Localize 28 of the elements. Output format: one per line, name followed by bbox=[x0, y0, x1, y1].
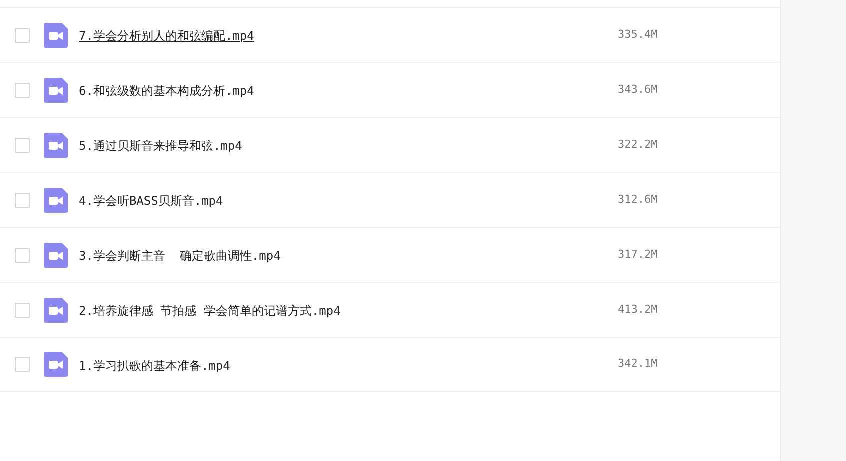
file-size: 413.2M bbox=[618, 302, 658, 318]
file-name[interactable]: 5.通过贝斯音来推导和弦.mp4 bbox=[79, 139, 242, 153]
video-file-icon bbox=[44, 78, 68, 102]
file-name[interactable]: 7.学会分析别人的和弦编配.mp4 bbox=[79, 29, 254, 43]
file-size: 343.6M bbox=[618, 82, 658, 98]
video-file-icon bbox=[44, 22, 68, 48]
video-file-icon bbox=[44, 298, 68, 322]
file-size: 312.6M bbox=[618, 192, 658, 208]
file-size: 342.1M bbox=[618, 356, 658, 372]
file-name[interactable]: 4.学会听BASS贝斯音.mp4 bbox=[79, 194, 224, 208]
file-name[interactable]: 1.学习扒歌的基本准备.mp4 bbox=[79, 358, 230, 372]
checkbox[interactable] bbox=[15, 248, 30, 262]
video-file-icon bbox=[44, 188, 68, 212]
file-size: 322.2M bbox=[618, 136, 658, 153]
file-name[interactable]: 3.学会判断主音 确定歌曲调性.mp4 bbox=[79, 249, 281, 263]
checkbox[interactable] bbox=[15, 28, 30, 42]
video-file-icon bbox=[44, 352, 68, 377]
video-file-icon bbox=[44, 132, 68, 158]
checkbox[interactable] bbox=[15, 302, 30, 318]
video-file-icon bbox=[44, 242, 68, 268]
checkbox[interactable] bbox=[15, 192, 30, 208]
file-name[interactable]: 6.和弦级数的基本构成分析.mp4 bbox=[79, 84, 254, 98]
file-size: 335.4M bbox=[618, 26, 658, 43]
checkbox[interactable] bbox=[15, 82, 30, 98]
file-name[interactable]: 2.培养旋律感 节拍感 学会简单的记谱方式.mp4 bbox=[79, 304, 341, 318]
checkbox[interactable] bbox=[15, 138, 30, 152]
checkbox[interactable] bbox=[15, 357, 30, 372]
file-size: 317.2M bbox=[618, 246, 658, 263]
